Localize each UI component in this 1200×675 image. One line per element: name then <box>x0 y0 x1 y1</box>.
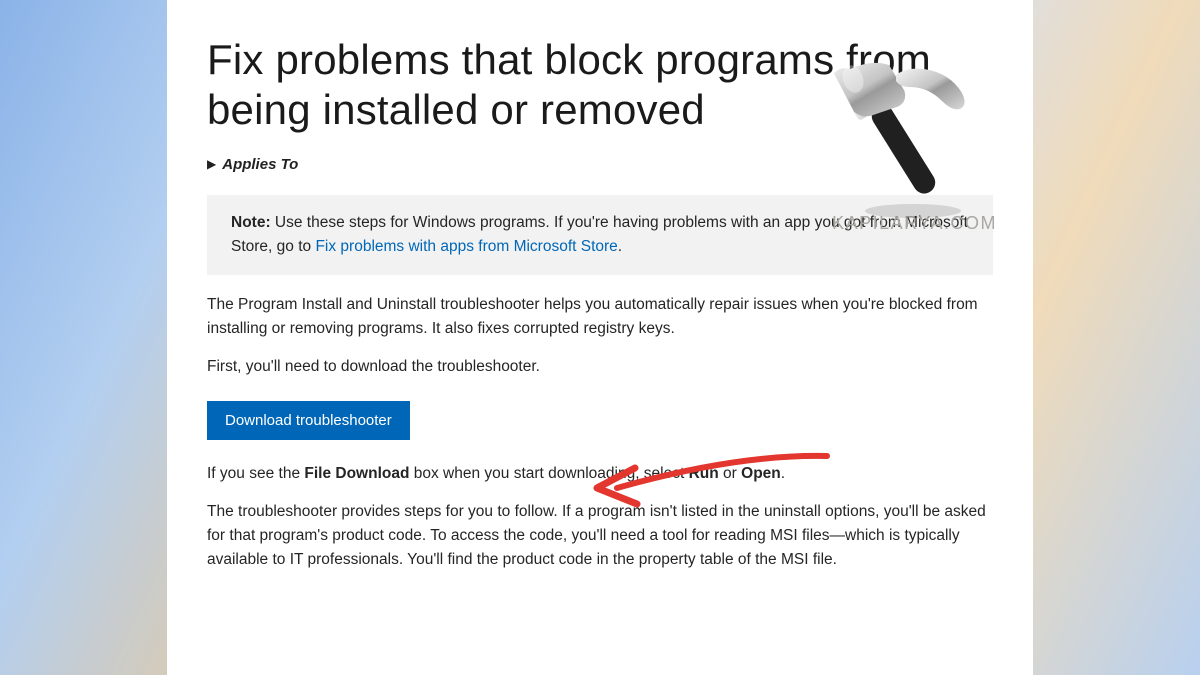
p3-t1: If you see the <box>207 465 304 482</box>
p3-b2: Run <box>689 465 719 482</box>
p3-b1: File Download <box>304 465 409 482</box>
p3-b3: Open <box>741 465 781 482</box>
note-label: Note: <box>231 214 271 231</box>
note-link[interactable]: Fix problems with apps from Microsoft St… <box>315 238 617 255</box>
applies-to-label: Applies To <box>222 156 298 173</box>
article-card: Fix problems that block programs from be… <box>167 0 1033 675</box>
paragraph-details: The troubleshooter provides steps for yo… <box>207 500 993 572</box>
download-button[interactable]: Download troubleshooter <box>207 401 410 440</box>
p3-t2: box when you start downloading, select <box>409 465 688 482</box>
note-text-2: . <box>618 238 622 255</box>
note-callout: Note: Use these steps for Windows progra… <box>207 195 993 275</box>
paragraph-intro: The Program Install and Uninstall troubl… <box>207 293 993 341</box>
watermark-text: KAPILARYA.COM <box>832 213 997 234</box>
p3-t4: . <box>781 465 785 482</box>
paragraph-file-download: If you see the File Download box when yo… <box>207 462 993 486</box>
chevron-right-icon: ▶ <box>207 157 216 171</box>
p3-t3: or <box>719 465 741 482</box>
page-title: Fix problems that block programs from be… <box>207 35 993 136</box>
applies-to-toggle[interactable]: ▶ Applies To <box>207 156 993 173</box>
paragraph-download-hint: First, you'll need to download the troub… <box>207 355 993 379</box>
